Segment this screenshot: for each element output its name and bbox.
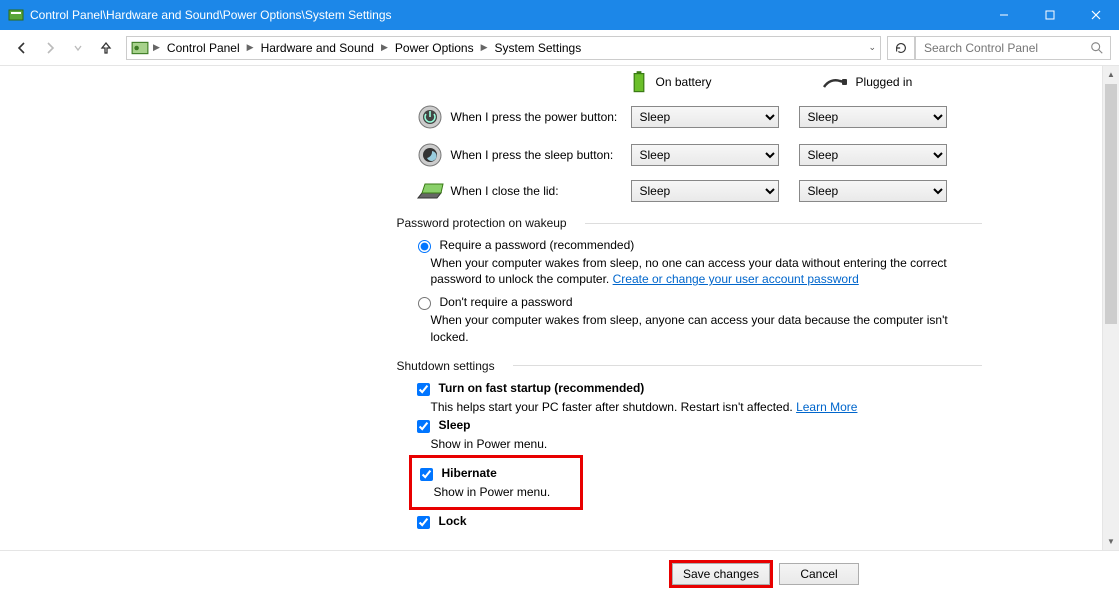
cancel-button[interactable]: Cancel [779,563,859,585]
refresh-button[interactable] [887,36,915,60]
search-input[interactable] [922,40,1084,56]
scroll-up-arrow[interactable]: ▲ [1103,66,1119,83]
save-changes-highlight: Save changes [669,560,773,588]
forward-button[interactable] [36,34,64,62]
lid-icon [415,180,445,202]
crumb-hardware-sound[interactable]: Hardware and Sound [258,39,377,57]
hibernate-checkbox-desc: Show in Power menu. [434,485,551,499]
password-section-title: Password protection on wakeup [397,216,577,230]
chevron-right-icon: ▶ [153,42,160,53]
sleep-plugged-select[interactable]: Sleep [799,144,947,166]
sleep-checkbox-desc: Show in Power menu. [431,437,982,451]
footer-bar: Save changes Cancel [0,550,1119,596]
search-icon [1090,41,1104,55]
content-pane: On battery Plugged in When I press the p… [0,66,1119,550]
fast-startup-checkbox[interactable] [417,383,430,396]
dont-require-password-label: Don't require a password [440,295,573,309]
breadcrumb[interactable]: ▶ Control Panel ▶ Hardware and Sound ▶ P… [126,36,881,60]
power-button-label: When I press the power button: [447,110,627,124]
save-changes-button[interactable]: Save changes [672,563,770,585]
crumb-system-settings[interactable]: System Settings [492,39,585,57]
scroll-down-arrow[interactable]: ▼ [1103,533,1119,550]
col-on-battery-label: On battery [656,75,712,89]
maximize-button[interactable] [1027,0,1073,30]
vertical-scrollbar[interactable]: ▲ ▼ [1102,66,1119,550]
control-panel-small-icon [131,39,149,57]
create-change-password-link[interactable]: Create or change your user account passw… [613,272,859,286]
section-divider [513,365,982,366]
minimize-button[interactable] [981,0,1027,30]
require-password-radio[interactable] [418,240,431,253]
hibernate-checkbox[interactable] [420,468,433,481]
lid-label: When I close the lid: [447,184,627,198]
control-panel-icon [8,7,24,23]
sleep-checkbox-label: Sleep [439,418,471,432]
chevron-right-icon: ▶ [481,42,488,53]
power-battery-select[interactable]: Sleep [631,106,779,128]
nav-bar: ▶ Control Panel ▶ Hardware and Sound ▶ P… [0,30,1119,66]
require-password-desc: When your computer wakes from sleep, no … [431,255,982,287]
power-button-icon [417,104,443,130]
lock-checkbox[interactable] [417,516,430,529]
plug-icon [822,73,848,91]
power-plugged-select[interactable]: Sleep [799,106,947,128]
sleep-button-icon [417,142,443,168]
learn-more-link[interactable]: Learn More [796,400,857,414]
require-password-label: Require a password (recommended) [440,238,635,252]
dont-require-password-desc: When your computer wakes from sleep, any… [431,312,982,344]
chevron-right-icon: ▶ [381,42,388,53]
sleep-battery-select[interactable]: Sleep [631,144,779,166]
window-titlebar: Control Panel\Hardware and Sound\Power O… [0,0,1119,30]
window-title: Control Panel\Hardware and Sound\Power O… [30,8,981,22]
close-button[interactable] [1073,0,1119,30]
hibernate-highlight: Hibernate Show in Power menu. [409,455,584,510]
chevron-right-icon: ▶ [247,42,254,53]
lid-battery-select[interactable]: Sleep [631,180,779,202]
col-plugged-in-label: Plugged in [856,75,913,89]
crumb-power-options[interactable]: Power Options [392,39,477,57]
chevron-down-icon[interactable]: ⌄ [868,42,876,53]
col-on-battery: On battery [630,70,712,94]
fast-startup-label: Turn on fast startup (recommended) [439,381,645,395]
shutdown-section-title: Shutdown settings [397,359,505,373]
battery-icon [630,70,648,94]
back-button[interactable] [8,34,36,62]
lock-checkbox-label: Lock [439,514,467,528]
scroll-thumb[interactable] [1105,84,1117,324]
sleep-checkbox[interactable] [417,420,430,433]
up-button[interactable] [92,34,120,62]
sleep-button-label: When I press the sleep button: [447,148,627,162]
crumb-control-panel[interactable]: Control Panel [164,39,243,57]
recent-dropdown-button[interactable] [64,34,92,62]
lid-plugged-select[interactable]: Sleep [799,180,947,202]
search-box[interactable] [915,36,1111,60]
col-plugged-in: Plugged in [822,73,913,91]
section-divider [585,223,982,224]
fast-startup-desc: This helps start your PC faster after sh… [431,400,982,414]
dont-require-password-radio[interactable] [418,297,431,310]
hibernate-checkbox-label: Hibernate [442,466,497,480]
